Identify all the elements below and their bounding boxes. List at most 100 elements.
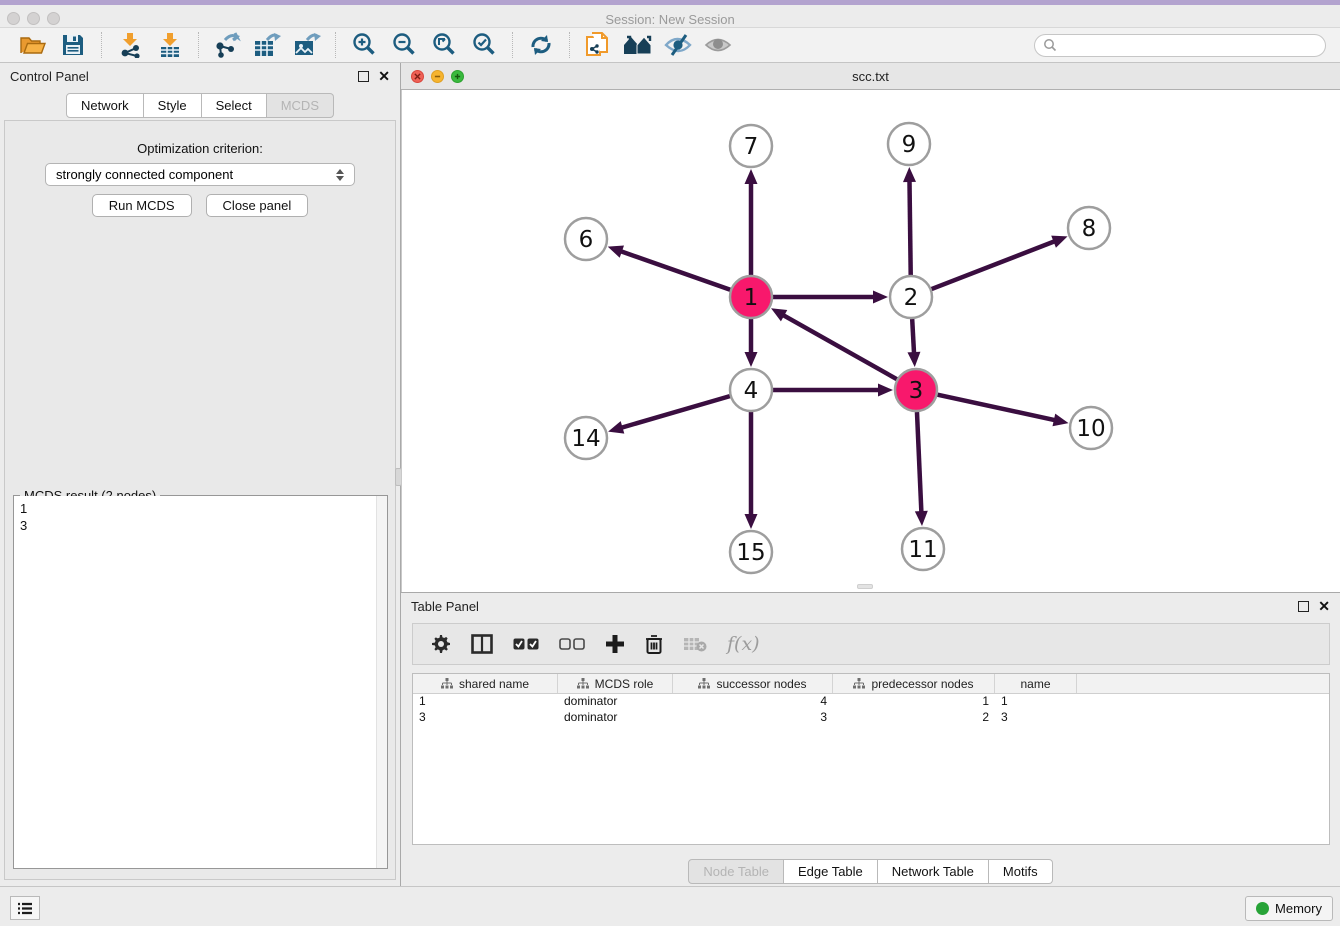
search-input[interactable] [1057, 38, 1317, 52]
network-window-titlebar[interactable]: scc.txt [401, 63, 1340, 90]
refresh-layout-icon[interactable] [524, 31, 558, 59]
table-cell[interactable]: 2 [833, 710, 995, 726]
zoom-selected-icon[interactable] [467, 31, 501, 59]
table-tab-motifs[interactable]: Motifs [989, 859, 1053, 884]
edge-2-3[interactable] [912, 319, 914, 355]
zoom-in-icon[interactable] [347, 31, 381, 59]
list-icon [17, 902, 33, 915]
table-cell[interactable]: 3 [673, 710, 833, 726]
node-label-8: 8 [1082, 216, 1097, 242]
toolbar-separator [335, 32, 336, 58]
mcds-result-text[interactable]: 1 3 [14, 496, 387, 868]
function-builder-icon[interactable]: f(x) [727, 633, 760, 655]
memory-status-icon [1256, 902, 1269, 915]
close-table-panel-icon[interactable]: ✕ [1318, 601, 1330, 612]
control-panel-tabstrip: NetworkStyleSelectMCDS [0, 89, 400, 118]
task-history-button[interactable] [10, 896, 40, 920]
column-header-successor-nodes[interactable]: successor nodes [673, 674, 833, 693]
hide-selected-icon[interactable] [661, 31, 695, 59]
criterion-select[interactable]: strongly connected component [45, 163, 355, 186]
optimization-criterion-label: Optimization criterion: [5, 141, 395, 156]
select-all-icon[interactable] [513, 638, 539, 650]
edge-3-11[interactable] [917, 412, 921, 514]
memory-label: Memory [1275, 901, 1322, 916]
network-graph[interactable]: 7968124314101511 [402, 90, 1339, 590]
table-cell[interactable]: 1 [833, 694, 995, 710]
export-table-icon[interactable] [250, 31, 284, 59]
canvas-grip[interactable] [857, 584, 873, 589]
table-tab-node-table[interactable]: Node Table [688, 859, 784, 884]
table-row[interactable]: 1dominator411 [413, 694, 1329, 710]
control-panel-header: Control Panel ✕ [0, 63, 400, 89]
settings-icon[interactable] [431, 634, 451, 654]
zoom-fit-icon[interactable] [427, 31, 461, 59]
edge-2-9[interactable] [909, 179, 910, 275]
table-panel: Table Panel ✕ f(x) shared nameMCDS rol [401, 592, 1340, 886]
search-box[interactable] [1034, 34, 1326, 57]
open-session-icon[interactable] [16, 31, 50, 59]
zoom-out-icon[interactable] [387, 31, 421, 59]
table-cell[interactable]: 3 [995, 710, 1077, 726]
close-panel-button[interactable]: Close panel [206, 194, 309, 217]
search-area [1034, 34, 1326, 57]
node-label-4: 4 [744, 378, 759, 404]
result-scrollbar[interactable] [376, 496, 387, 868]
column-header-predecessor-nodes[interactable]: predecessor nodes [833, 674, 995, 693]
import-network-icon[interactable] [113, 31, 147, 59]
run-mcds-button[interactable]: Run MCDS [92, 194, 192, 217]
node-label-15: 15 [736, 540, 765, 566]
import-table-icon[interactable] [153, 31, 187, 59]
first-neighbors-icon[interactable] [621, 31, 655, 59]
delete-table-icon[interactable] [683, 636, 707, 652]
node-label-6: 6 [579, 227, 594, 253]
column-header-mcds-role[interactable]: MCDS role [558, 674, 673, 693]
tab-network[interactable]: Network [66, 93, 144, 118]
toolbar-separator [569, 32, 570, 58]
deselect-all-icon[interactable] [559, 638, 585, 650]
arrowhead-icon [608, 245, 624, 257]
mcds-panel: Optimization criterion: strongly connect… [4, 120, 396, 880]
toolbar-separator [198, 32, 199, 58]
memory-button[interactable]: Memory [1245, 896, 1333, 921]
table-cell[interactable]: dominator [558, 694, 673, 710]
column-header-name[interactable]: name [995, 674, 1077, 693]
status-bar: Memory [0, 886, 1340, 926]
table-row[interactable]: 3dominator323 [413, 710, 1329, 726]
show-all-icon[interactable] [701, 31, 735, 59]
arrowhead-icon [878, 384, 893, 397]
column-header-shared-name[interactable]: shared name [413, 674, 558, 693]
edge-1-6[interactable] [619, 251, 730, 290]
network-canvas[interactable]: 7968124314101511 [401, 90, 1340, 592]
table-cell[interactable]: dominator [558, 710, 673, 726]
table-tab-edge-table[interactable]: Edge Table [784, 859, 878, 884]
table-cell[interactable]: 1 [413, 694, 558, 710]
tab-style[interactable]: Style [144, 93, 202, 118]
select-arrows-icon [336, 169, 344, 181]
app-titlebar: Session: New Session [0, 5, 1340, 28]
tab-mcds[interactable]: MCDS [267, 93, 334, 118]
export-image-icon[interactable] [290, 31, 324, 59]
add-column-icon[interactable] [605, 634, 625, 654]
float-table-panel-icon[interactable] [1298, 601, 1309, 612]
tab-select[interactable]: Select [202, 93, 267, 118]
split-panel-icon[interactable] [471, 634, 493, 654]
node-table[interactable]: shared nameMCDS rolesuccessor nodesprede… [412, 673, 1330, 845]
table-cell[interactable]: 4 [673, 694, 833, 710]
float-panel-icon[interactable] [358, 71, 369, 82]
close-panel-icon[interactable]: ✕ [378, 71, 390, 82]
arrowhead-icon [1052, 414, 1068, 427]
node-label-1: 1 [744, 285, 759, 311]
save-session-icon[interactable] [56, 31, 90, 59]
arrowhead-icon [1051, 236, 1067, 248]
edge-3-1[interactable] [781, 314, 896, 379]
edge-3-10[interactable] [937, 395, 1056, 421]
table-cell[interactable]: 1 [995, 694, 1077, 710]
delete-column-icon[interactable] [645, 634, 663, 655]
table-cell[interactable]: 3 [413, 710, 558, 726]
copy-network-icon[interactable] [581, 31, 615, 59]
edge-2-8[interactable] [932, 241, 1057, 289]
table-tab-network-table[interactable]: Network Table [878, 859, 989, 884]
edge-4-14[interactable] [620, 396, 730, 428]
mcds-result-group: MCDS result (2 nodes) 1 3 [13, 495, 388, 869]
export-network-icon[interactable] [210, 31, 244, 59]
